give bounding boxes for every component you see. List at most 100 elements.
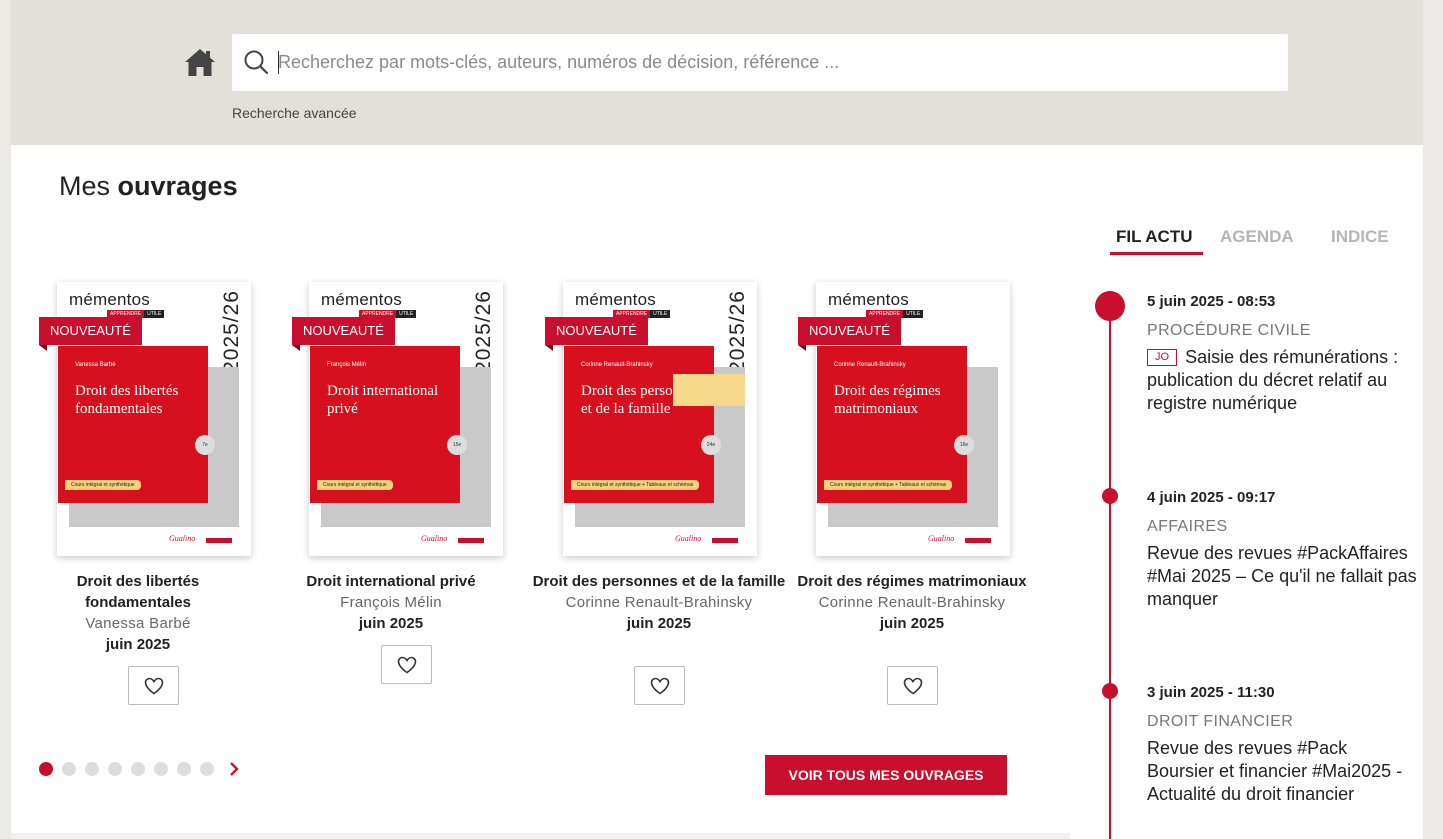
book-info: Droit international privé François Mélin… xyxy=(276,571,506,634)
search-box xyxy=(232,34,1288,91)
jo-tag: JO xyxy=(1147,349,1178,366)
timeline-dot xyxy=(1102,683,1118,699)
cover-tag: Cours intégral et synthétique xyxy=(65,480,141,490)
cover-author: Vanessa Barbé xyxy=(75,362,116,368)
news-link[interactable]: JO Saisie des rémunérations : publication… xyxy=(1147,346,1417,415)
book-author: François Mélin xyxy=(340,594,442,611)
section-title: Mes ouvrages xyxy=(59,171,238,202)
publisher-logo-bar xyxy=(206,538,232,543)
tab-fil-actu[interactable]: FIL ACTU xyxy=(1116,227,1193,247)
publisher-logo: Gualino xyxy=(928,534,955,543)
cover-edition: 7e xyxy=(195,435,215,455)
carousel-dot[interactable] xyxy=(85,762,99,776)
publisher-logo: Gualino xyxy=(421,534,448,543)
cover-tag: Cours intégral et synthétique + Tableaux… xyxy=(571,480,700,490)
carousel-dot[interactable] xyxy=(200,762,214,776)
publisher-logo: Gualino xyxy=(675,534,702,543)
book-date: juin 2025 xyxy=(358,615,424,632)
carousel-dot[interactable] xyxy=(39,762,53,776)
book-title[interactable]: Droit des personnes et de la famille xyxy=(533,573,786,590)
news-title[interactable]: Revue des revues #PackAffaires #Mai 2025… xyxy=(1147,542,1417,611)
cover-brand: mémentos xyxy=(321,290,402,309)
cover-edition: 15e xyxy=(447,435,467,455)
cover-year: 2025/26 xyxy=(220,290,243,373)
news-title[interactable]: Revue des revues #Pack Boursier et finan… xyxy=(1147,737,1417,806)
timeline-line xyxy=(1109,297,1111,839)
carousel-dot[interactable] xyxy=(108,762,122,776)
news-date: 3 juin 2025 - 11:30 xyxy=(1147,684,1275,701)
timeline-dot xyxy=(1102,488,1118,504)
cover-tag: Cours intégral et synthétique xyxy=(317,480,393,490)
advanced-search-link[interactable]: Recherche avancée xyxy=(232,105,357,121)
top-search-bar: Recherche avancée xyxy=(11,0,1423,145)
book-info: Droit des libertés fondamentales Vanessa… xyxy=(23,571,253,655)
heart-icon xyxy=(650,677,670,695)
book-author: Corinne Renault-Brahinsky xyxy=(565,594,753,611)
carousel-dot[interactable] xyxy=(131,762,145,776)
new-badge: NOUVEAUTÉ xyxy=(39,317,142,351)
book-title[interactable]: Droit international privé xyxy=(306,573,475,590)
chevron-right-icon[interactable] xyxy=(227,762,241,776)
new-badge: NOUVEAUTÉ xyxy=(292,317,395,351)
cover-title: Droit international privé xyxy=(327,383,439,417)
new-badge: NOUVEAUTÉ xyxy=(798,317,901,351)
news-date: 4 juin 2025 - 09:17 xyxy=(1147,489,1276,506)
carousel-dot[interactable] xyxy=(62,762,76,776)
news-item: 5 juin 2025 - 08:53 PROCÉDURE CIVILE JO S… xyxy=(1147,293,1417,415)
cover-edition: 24e xyxy=(701,435,721,455)
book-author: Vanessa Barbé xyxy=(85,615,191,632)
timeline-dot xyxy=(1095,291,1125,321)
book-info: Droit des personnes et de la famille Cor… xyxy=(529,571,789,634)
book-info: Droit des régimes matrimoniaux Corinne R… xyxy=(782,571,1042,634)
favorite-button[interactable] xyxy=(634,666,685,705)
favorite-button[interactable] xyxy=(128,666,179,705)
news-category: AFFAIRES xyxy=(1147,518,1228,535)
news-category: DROIT FINANCIER xyxy=(1147,713,1294,730)
search-icon[interactable] xyxy=(243,49,269,75)
carousel-dot[interactable] xyxy=(154,762,168,776)
view-all-books-button[interactable]: VOIR TOUS MES OUVRAGES xyxy=(765,755,1007,795)
tab-agenda[interactable]: AGENDA xyxy=(1220,227,1294,247)
book-title[interactable]: Droit des régimes matrimoniaux xyxy=(797,573,1026,590)
news-category: PROCÉDURE CIVILE xyxy=(1147,322,1311,339)
cover-brand: mémentos xyxy=(69,290,150,309)
publisher-logo-bar xyxy=(965,538,991,543)
cover-year: 2025/26 xyxy=(472,290,495,373)
publisher-logo-bar xyxy=(458,538,484,543)
cover-author: François Mélin xyxy=(327,362,367,368)
bottom-divider xyxy=(11,833,1070,839)
publisher-logo: Gualino xyxy=(169,534,196,543)
cover-note xyxy=(673,374,745,406)
tab-indice[interactable]: INDICE xyxy=(1331,227,1389,247)
news-item: 4 juin 2025 - 09:17 AFFAIRES Revue des r… xyxy=(1147,489,1417,611)
cover-brand: mémentos xyxy=(828,290,909,309)
heart-icon xyxy=(397,656,417,674)
cover-author: Corinne Renault-Brahinsky xyxy=(834,362,906,368)
book-date: juin 2025 xyxy=(105,636,171,653)
favorite-button[interactable] xyxy=(381,645,432,684)
new-badge: NOUVEAUTÉ xyxy=(545,317,648,351)
cover-author: Corinne Renault-Brahinsky xyxy=(581,362,653,368)
cover-edition: 16e xyxy=(954,435,974,455)
home-icon[interactable] xyxy=(183,46,217,78)
cover-title: Droit des régimes matrimoniaux xyxy=(834,383,941,417)
cover-brand: mémentos xyxy=(575,290,656,309)
cover-year: 2025/26 xyxy=(726,290,749,373)
active-tab-indicator xyxy=(1110,252,1203,255)
publisher-logo-bar xyxy=(712,538,738,543)
book-author: Corinne Renault-Brahinsky xyxy=(818,594,1006,611)
heart-icon xyxy=(903,677,923,695)
book-title[interactable]: Droit des libertés fondamentales xyxy=(77,573,200,611)
cover-tag: Cours intégral et synthétique + Tableaux… xyxy=(824,480,953,490)
carousel-dot[interactable] xyxy=(177,762,191,776)
heart-icon xyxy=(144,677,164,695)
book-date: juin 2025 xyxy=(626,615,692,632)
search-input[interactable] xyxy=(278,42,1268,82)
cover-title: Droit des libertés fondamentales xyxy=(75,383,179,417)
news-title[interactable]: Saisie des rémunérations : publication d… xyxy=(1147,347,1398,413)
news-item: 3 juin 2025 - 11:30 DROIT FINANCIER Revu… xyxy=(1147,684,1417,806)
carousel-pagination xyxy=(39,762,241,776)
favorite-button[interactable] xyxy=(887,666,938,705)
section-title-light: Mes xyxy=(59,171,111,201)
section-title-bold: ouvrages xyxy=(117,171,238,201)
